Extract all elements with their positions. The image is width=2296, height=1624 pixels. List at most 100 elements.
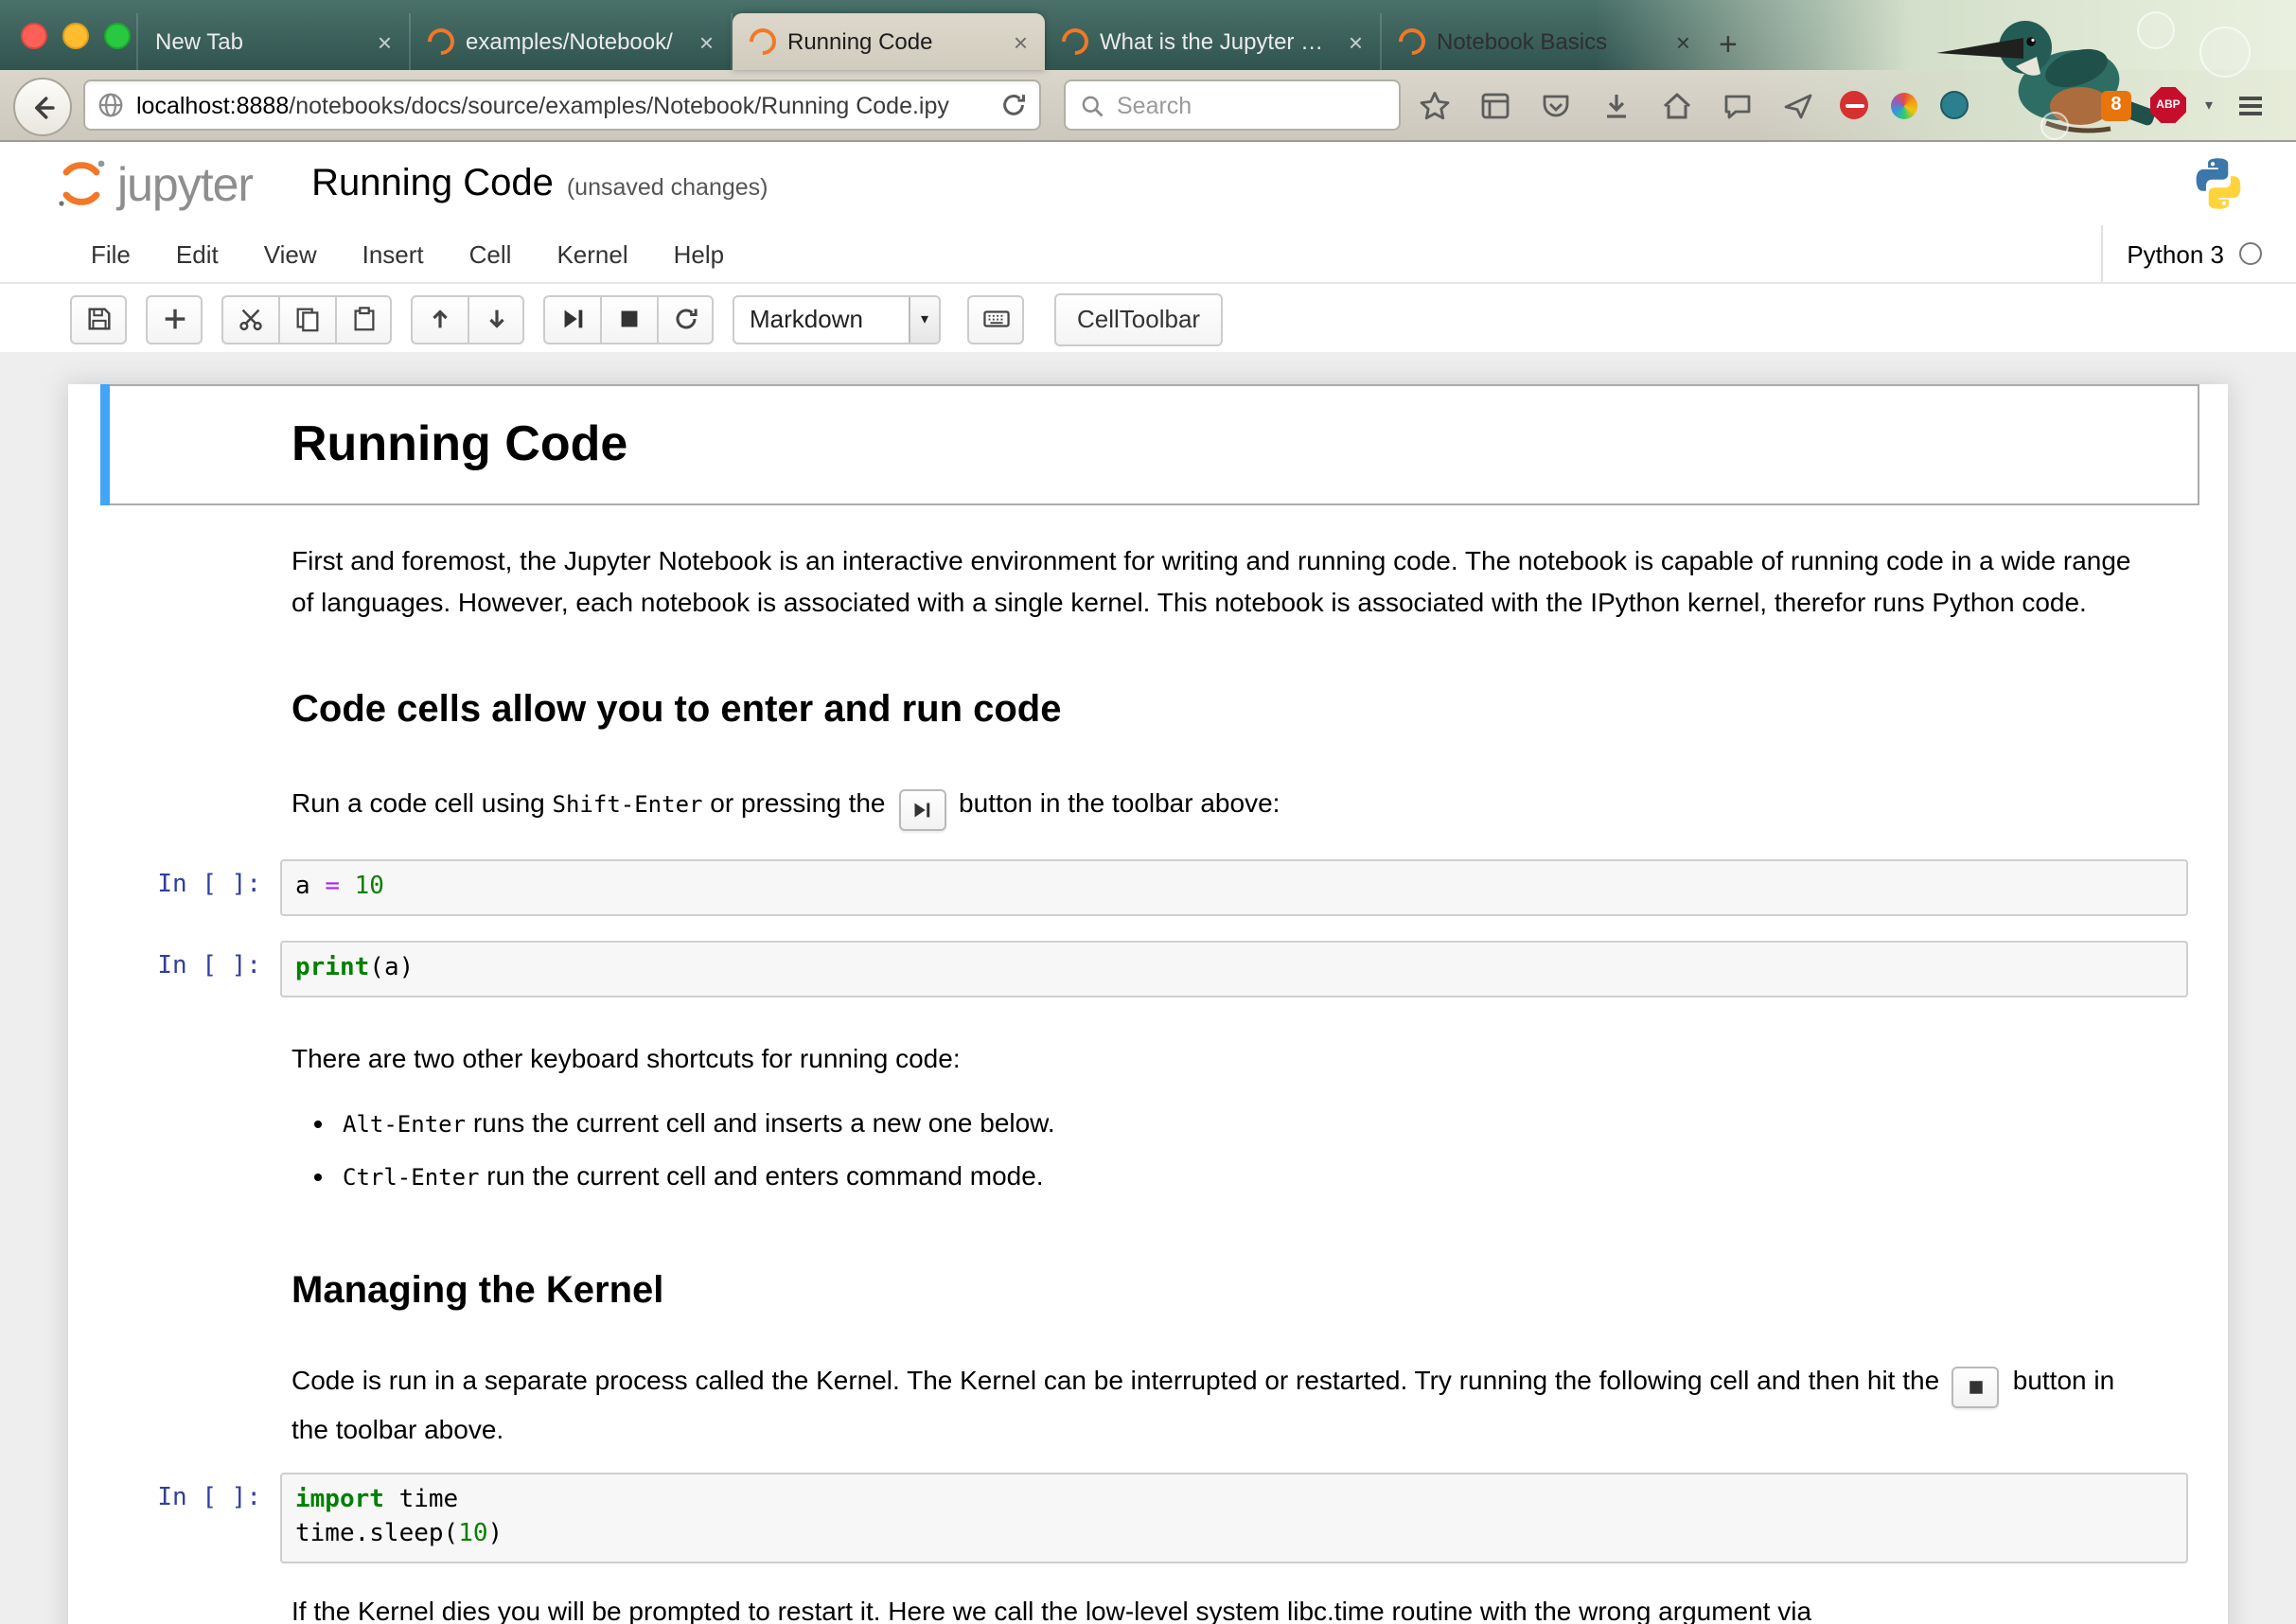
move-cell-up-button[interactable]	[411, 294, 468, 344]
globe-icon	[97, 91, 125, 119]
input-prompt: In [ ]:	[68, 859, 280, 899]
text: or pressing the	[703, 787, 893, 818]
addon-badge-icon[interactable]: 8	[2101, 90, 2131, 120]
theme-bubble	[2040, 112, 2069, 140]
paste-icon	[349, 305, 378, 333]
browser-tab-notebook-basics[interactable]: Notebook Basics ×	[1382, 13, 1707, 70]
menu-cell[interactable]: Cell	[447, 239, 535, 268]
intro-paragraph: First and foremost, the Jupyter Notebook…	[291, 539, 2152, 623]
browser-tab-bar: New Tab × examples/Notebook/ × Running C…	[0, 0, 2296, 70]
menu-file[interactable]: File	[68, 239, 153, 268]
save-button[interactable]	[70, 294, 127, 344]
cell-type-value: Markdown	[734, 305, 909, 333]
cut-cell-button[interactable]	[221, 294, 278, 344]
menu-view[interactable]: View	[241, 239, 340, 268]
browser-tab-examples[interactable]: examples/Notebook/ ×	[411, 13, 733, 70]
addon-icon[interactable]	[1891, 92, 1917, 118]
tab-close-icon[interactable]: ×	[1014, 29, 1028, 54]
jupyter-logo[interactable]: jupyter	[53, 154, 253, 213]
addon-icon[interactable]	[1940, 91, 1969, 119]
restart-kernel-button[interactable]	[657, 294, 714, 344]
code-cell[interactable]: In [ ]: import time time.sleep(10)	[68, 1473, 2228, 1563]
shortcuts-paragraph: There are two other keyboard shortcuts f…	[291, 1037, 2152, 1079]
url-path: /notebooks/docs/source/examples/Notebook…	[289, 92, 949, 118]
search-bar[interactable]: Search	[1064, 79, 1401, 131]
code-input[interactable]: a = 10	[280, 859, 2188, 916]
tab-label: examples/Notebook/	[466, 28, 686, 55]
code-cell[interactable]: In [ ]: a = 10	[68, 859, 2228, 916]
copy-cell-button[interactable]	[278, 294, 335, 344]
chevron-down-icon[interactable]: ▾	[2205, 97, 2213, 114]
shortcuts-list: Alt-Enter runs the current cell and inse…	[291, 1102, 2152, 1198]
command-palette-button[interactable]	[967, 294, 1024, 344]
bookmarks-panel-icon[interactable]	[1476, 86, 1514, 124]
notebook-title[interactable]: Running Code	[311, 162, 554, 205]
tab-strip: New Tab × examples/Notebook/ × Running C…	[136, 13, 1707, 70]
reload-icon[interactable]	[999, 91, 1028, 119]
window-close-button[interactable]	[21, 23, 47, 49]
menu-help[interactable]: Help	[651, 239, 748, 268]
abp-icon[interactable]: ABP	[2150, 87, 2186, 123]
run-cell-button[interactable]	[543, 294, 600, 344]
tab-close-icon[interactable]: ×	[1349, 29, 1363, 54]
menu-edit[interactable]: Edit	[153, 239, 241, 268]
tab-label: Running Code	[787, 28, 1000, 55]
window-minimize-button[interactable]	[62, 23, 89, 49]
downloads-icon[interactable]	[1598, 86, 1635, 124]
browser-tab-what-is[interactable]: What is the Jupyter Notebook ×	[1045, 13, 1382, 70]
section-heading-kernel: Managing the Kernel	[291, 1266, 2152, 1315]
jupyter-favicon-icon	[422, 23, 460, 61]
code-input[interactable]: print(a)	[280, 941, 2188, 997]
share-icon[interactable]	[1779, 86, 1817, 124]
url-bar[interactable]: localhost:8888/notebooks/docs/source/exa…	[83, 79, 1041, 131]
inline-stop-icon	[1952, 1367, 2000, 1408]
tab-close-icon[interactable]: ×	[378, 29, 392, 54]
browser-chrome: New Tab × examples/Notebook/ × Running C…	[0, 0, 2296, 142]
copy-icon	[293, 305, 322, 333]
tab-label: New Tab	[155, 28, 364, 55]
home-icon[interactable]	[1658, 86, 1696, 124]
back-button[interactable]	[13, 78, 72, 136]
menu-insert[interactable]: Insert	[340, 239, 447, 268]
inline-run-icon	[898, 789, 945, 831]
scissors-icon	[237, 305, 265, 333]
code-cell[interactable]: In [ ]: print(a)	[68, 941, 2228, 997]
interrupt-kernel-button[interactable]	[600, 294, 657, 344]
tab-label: Notebook Basics	[1437, 28, 1663, 55]
jupyter-favicon-icon	[744, 23, 782, 61]
menu-kernel[interactable]: Kernel	[534, 239, 650, 268]
tab-close-icon[interactable]: ×	[1676, 29, 1690, 54]
keyboard-icon	[980, 305, 1012, 333]
url-text[interactable]: localhost:8888/notebooks/docs/source/exa…	[136, 92, 999, 118]
adblock-addon-icon[interactable]	[1840, 91, 1868, 119]
divider	[2100, 225, 2102, 282]
insert-cell-button[interactable]	[146, 294, 203, 344]
list-item: Ctrl-Enter run the current cell and ente…	[343, 1155, 2152, 1198]
new-tab-button[interactable]: +	[1719, 28, 1738, 61]
python-logo-icon	[2190, 155, 2247, 212]
paste-cell-button[interactable]	[335, 294, 392, 344]
bookmark-star-icon[interactable]	[1416, 86, 1454, 124]
move-cell-down-button[interactable]	[468, 294, 524, 344]
code-input[interactable]: import time time.sleep(10)	[280, 1473, 2188, 1563]
tab-close-icon[interactable]: ×	[699, 29, 714, 54]
back-arrow-icon	[26, 90, 60, 124]
jupyter-logo-text: jupyter	[117, 158, 253, 213]
browser-tab-new-tab[interactable]: New Tab ×	[136, 13, 411, 70]
chat-icon[interactable]	[1719, 86, 1757, 124]
selected-markdown-cell[interactable]: Running Code	[100, 384, 2199, 505]
cell-type-select[interactable]: Markdown ▾	[733, 294, 941, 344]
pocket-icon[interactable]	[1537, 86, 1575, 124]
save-status: (unsaved changes)	[567, 173, 768, 200]
celltoolbar-button[interactable]: CellToolbar	[1054, 292, 1223, 345]
plus-icon	[160, 305, 188, 333]
text: Code is run in a separate process called…	[291, 1365, 1947, 1395]
text: Run a code cell using	[291, 787, 553, 818]
notebook-menubar: File Edit View Insert Cell Kernel Help P…	[0, 225, 2296, 284]
browser-tab-running-code[interactable]: Running Code ×	[733, 13, 1045, 70]
text: run the current cell and enters command …	[480, 1160, 1044, 1191]
jupyter-favicon-icon	[1056, 23, 1094, 61]
menu-hamburger-icon[interactable]	[2232, 86, 2270, 124]
window-zoom-button[interactable]	[104, 23, 131, 49]
list-item: Alt-Enter runs the current cell and inse…	[343, 1102, 2152, 1145]
